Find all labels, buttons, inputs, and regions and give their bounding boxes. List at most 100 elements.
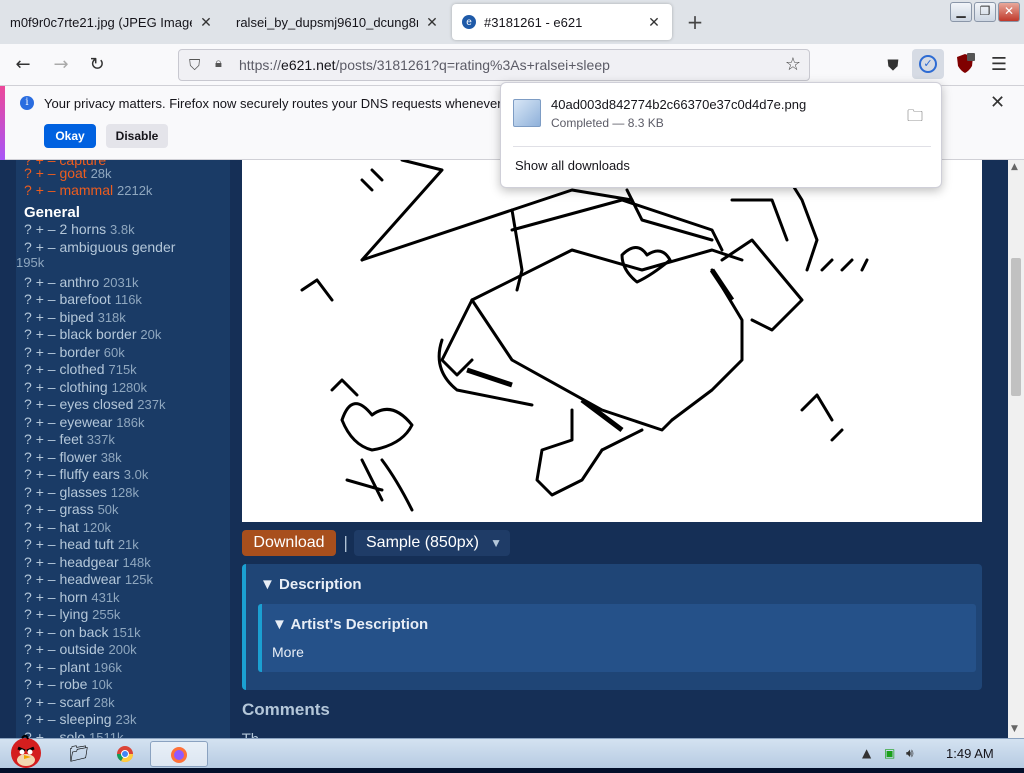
- forward-arrow-icon[interactable]: →: [48, 52, 74, 78]
- tag-wiki-link[interactable]: ?: [24, 291, 32, 307]
- tag-wiki-link[interactable]: ?: [24, 239, 32, 255]
- tag-name[interactable]: black border: [59, 326, 136, 342]
- tag-row[interactable]: ? + – plant 196k: [24, 659, 122, 675]
- tag-wiki-link[interactable]: ?: [24, 221, 32, 237]
- tag-row[interactable]: ? + – scarf 28k: [24, 694, 115, 710]
- tag-add-remove[interactable]: + –: [36, 659, 56, 675]
- maximize-icon[interactable]: ❐: [974, 2, 996, 22]
- tag-name[interactable]: horn: [59, 589, 87, 605]
- page-scrollbar[interactable]: ▲ ▼: [1008, 160, 1024, 738]
- open-folder-icon[interactable]: 🗀: [907, 105, 923, 132]
- tag-name[interactable]: outside: [59, 641, 104, 657]
- tag-name[interactable]: headwear: [59, 571, 121, 587]
- tag-wiki-link[interactable]: ?: [24, 165, 32, 181]
- tag-row[interactable]: ? + – ambiguous gender 195k: [16, 239, 175, 270]
- tag-add-remove[interactable]: + –: [36, 536, 56, 552]
- tag-name[interactable]: eyewear: [59, 414, 112, 430]
- menu-hamburger-icon[interactable]: ☰: [986, 52, 1012, 78]
- tag-add-remove[interactable]: + –: [36, 589, 56, 605]
- sample-size-select[interactable]: Sample (850px) ▼: [354, 530, 510, 556]
- tag-wiki-link[interactable]: ?: [24, 274, 32, 290]
- tag-add-remove[interactable]: + –: [36, 239, 56, 255]
- tag-row[interactable]: ? + – clothing 1280k: [24, 379, 147, 395]
- tag-name[interactable]: robe: [59, 676, 87, 692]
- new-tab-icon[interactable]: +: [684, 10, 706, 34]
- tag-wiki-link[interactable]: ?: [24, 182, 32, 198]
- tag-wiki-link[interactable]: ?: [24, 694, 32, 710]
- tag-add-remove[interactable]: + –: [36, 361, 56, 377]
- tag-row[interactable]: ? + – black border 20k: [24, 326, 161, 342]
- tag-add-remove[interactable]: + –: [36, 309, 56, 325]
- tag-wiki-link[interactable]: ?: [24, 554, 32, 570]
- tag-add-remove[interactable]: + –: [36, 694, 56, 710]
- tag-name[interactable]: hat: [59, 519, 78, 535]
- tag-row[interactable]: ? + – headwear 125k: [24, 571, 153, 587]
- tag-wiki-link[interactable]: ?: [24, 589, 32, 605]
- tag-row[interactable]: ? + – lying 255k: [24, 606, 120, 622]
- close-icon[interactable]: ✕: [424, 14, 440, 31]
- tag-wiki-link[interactable]: ?: [24, 379, 32, 395]
- tag-row[interactable]: ? + – fluffy ears 3.0k: [24, 466, 148, 482]
- tag-wiki-link[interactable]: ?: [24, 431, 32, 447]
- tag-name[interactable]: solo: [59, 729, 85, 739]
- tag-name[interactable]: headgear: [59, 554, 118, 570]
- tag-add-remove[interactable]: + –: [36, 291, 56, 307]
- tag-name[interactable]: grass: [59, 501, 93, 517]
- pocket-icon[interactable]: ⛊: [880, 52, 906, 78]
- reload-icon[interactable]: ↻: [84, 52, 110, 78]
- tag-add-remove[interactable]: + –: [36, 624, 56, 640]
- tag-name[interactable]: ambiguous gender: [59, 239, 175, 255]
- close-icon[interactable]: ✕: [990, 92, 1005, 113]
- tag-row[interactable]: ? + – eyes closed 237k: [24, 396, 165, 412]
- tag-name[interactable]: biped: [59, 309, 93, 325]
- tag-add-remove[interactable]: + –: [36, 396, 56, 412]
- tag-wiki-link[interactable]: ?: [24, 676, 32, 692]
- tag-name[interactable]: feet: [59, 431, 82, 447]
- tag-add-remove[interactable]: + –: [36, 344, 56, 360]
- close-icon[interactable]: ✕: [198, 14, 214, 31]
- tag-wiki-link[interactable]: ?: [24, 344, 32, 360]
- tag-name[interactable]: glasses: [59, 484, 106, 500]
- tag-wiki-link[interactable]: ?: [24, 309, 32, 325]
- tag-wiki-link[interactable]: ?: [24, 519, 32, 535]
- tag-add-remove[interactable]: + –: [36, 501, 56, 517]
- tag-name[interactable]: 2 horns: [59, 221, 106, 237]
- tag-add-remove[interactable]: + –: [36, 449, 56, 465]
- clock[interactable]: 1:49 AM: [946, 746, 994, 761]
- back-arrow-icon[interactable]: ←: [10, 52, 36, 78]
- tag-row[interactable]: ? + – headgear 148k: [24, 554, 151, 570]
- url-bar[interactable]: ⛉ 🔒︎ https://e621.net/posts/3181261?q=ra…: [178, 49, 810, 81]
- tab-jpeg-image[interactable]: m0f9r0c7rte21.jpg (JPEG Image, ✕: [0, 4, 224, 40]
- lock-icon[interactable]: 🔒︎: [215, 56, 222, 71]
- tag-row[interactable]: ? + – eyewear 186k: [24, 414, 144, 430]
- tracking-shield-icon[interactable]: ⛉: [189, 56, 200, 74]
- tag-wiki-link[interactable]: ?: [24, 711, 32, 727]
- tag-wiki-link[interactable]: ?: [24, 659, 32, 675]
- tag-name[interactable]: scarf: [59, 694, 89, 710]
- tray-expand-icon[interactable]: ▲: [862, 746, 871, 760]
- tag-row[interactable]: ? + – mammal 2212k: [24, 182, 152, 198]
- tag-name[interactable]: border: [59, 344, 99, 360]
- tag-add-remove[interactable]: + –: [36, 221, 56, 237]
- scroll-up-icon[interactable]: ▲: [1011, 162, 1018, 172]
- tag-row[interactable]: ? + – feet 337k: [24, 431, 115, 447]
- download-button[interactable]: Download: [242, 530, 336, 556]
- tag-add-remove[interactable]: + –: [36, 641, 56, 657]
- tag-wiki-link[interactable]: ?: [24, 536, 32, 552]
- tag-add-remove[interactable]: + –: [36, 519, 56, 535]
- start-button-angry-bird-icon[interactable]: [4, 731, 48, 769]
- tag-add-remove[interactable]: + –: [36, 326, 56, 342]
- tag-row[interactable]: ? + – horn 431k: [24, 589, 120, 605]
- tag-wiki-link[interactable]: ?: [24, 326, 32, 342]
- file-explorer-icon[interactable]: 📁︎: [58, 741, 100, 767]
- tag-add-remove[interactable]: + –: [36, 484, 56, 500]
- tag-wiki-link[interactable]: ?: [24, 641, 32, 657]
- tag-wiki-link[interactable]: ?: [24, 571, 32, 587]
- tag-row[interactable]: ? + – robe 10k: [24, 676, 112, 692]
- tag-row[interactable]: ? + – on back 151k: [24, 624, 141, 640]
- downloads-button[interactable]: ✓: [912, 49, 944, 79]
- network-icon[interactable]: ▣: [884, 746, 895, 760]
- minimize-icon[interactable]: ▁: [950, 2, 972, 22]
- ublock-icon[interactable]: [952, 52, 978, 78]
- tab-ralsei-image[interactable]: ralsei_by_dupsmj9610_dcung8r-f ✕: [226, 4, 450, 40]
